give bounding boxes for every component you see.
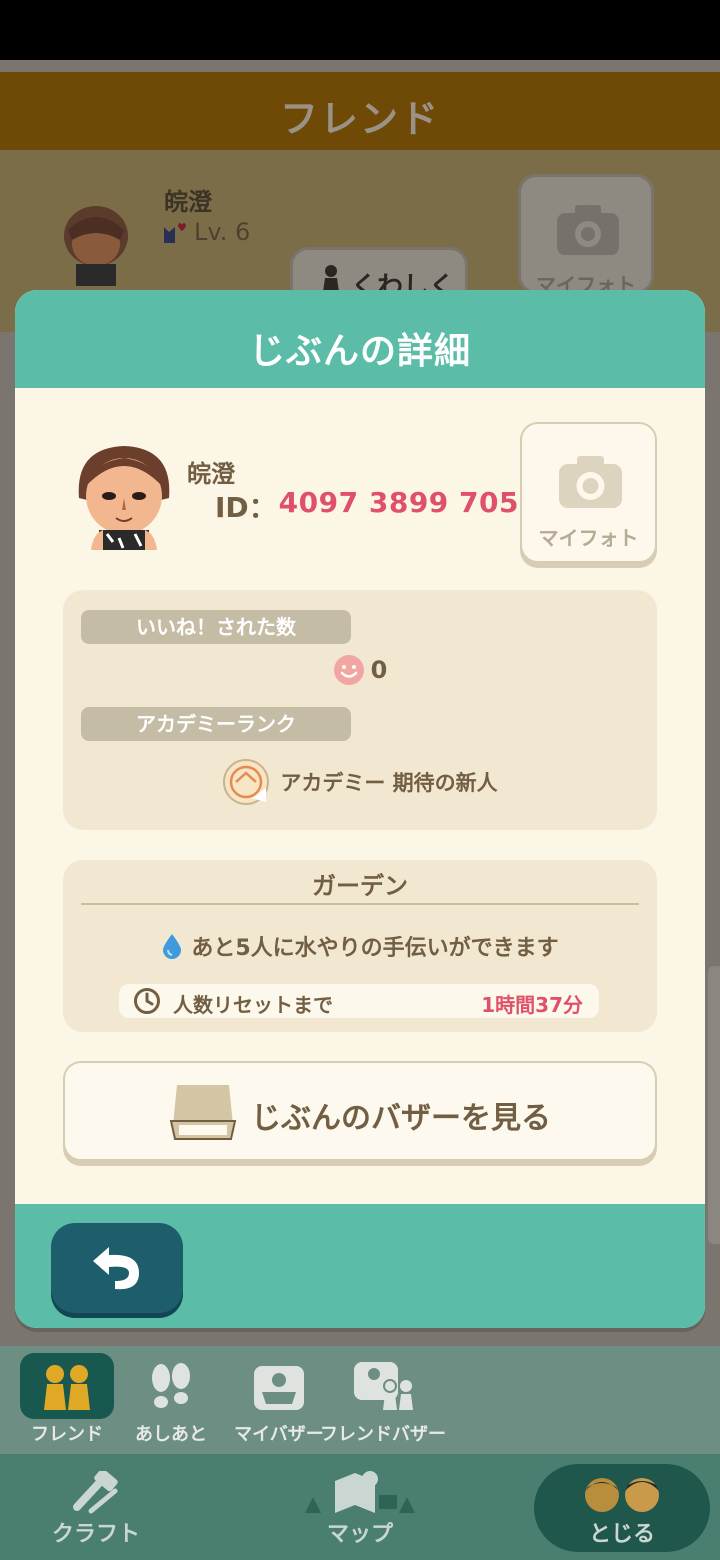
friend-bazaar-icon: [354, 1362, 413, 1410]
bazaar-box-icon: [169, 1085, 237, 1140]
friend-name: 皖澄: [164, 188, 212, 216]
status-bar: [0, 0, 720, 60]
user-name: 皖澄: [187, 460, 235, 488]
mainnav-craft[interactable]: クラフト: [16, 1470, 176, 1548]
user-id-value: 4097 3899 705: [278, 486, 519, 519]
friends-icon: [44, 1365, 90, 1410]
map-icon: [305, 1471, 415, 1513]
academy-tag: アカデミーランク: [81, 707, 351, 741]
academy-rank-text: アカデミー 期待の新人: [280, 771, 498, 795]
back-arrow-icon: [93, 1247, 139, 1290]
garden-water-row: あと5人に水やりの手伝いができます: [63, 930, 657, 962]
friend-level-text: Lv. 6: [194, 218, 251, 246]
user-id-label: ID：: [215, 491, 277, 524]
garden-water-text: あと5人に水やりの手伝いができます: [191, 936, 559, 961]
camera-icon: [557, 205, 619, 255]
friend-myphoto-button[interactable]: マイフォト: [518, 174, 654, 297]
close-characters-icon: [585, 1478, 659, 1512]
likes-tag: いいね！された数: [81, 610, 351, 644]
garden-reset-label: 人数リセットまで: [173, 993, 333, 1017]
garden-title: ガーデン: [312, 872, 408, 900]
water-drop-icon: [163, 934, 182, 959]
background-header-title: フレンド: [279, 97, 440, 141]
academy-rank-row: アカデミー 期待の新人: [63, 758, 657, 806]
view-my-bazaar-label: じぶんのバザーを見る: [251, 1101, 551, 1136]
craft-hammer-icon: [73, 1471, 118, 1514]
myphoto-button[interactable]: マイフォト: [520, 422, 657, 563]
cat-icon: [164, 223, 186, 243]
garden-reset-value: 1時間37分: [481, 993, 583, 1017]
academy-badge-icon: [223, 759, 270, 805]
footprints-icon: [152, 1363, 190, 1408]
profile-dialog: じぶんの詳細 皖澄 ID： 4097 3899 705 マイフォト いいね！され…: [15, 290, 705, 1328]
clock-icon: [134, 988, 160, 1014]
mainnav-close[interactable]: とじる: [542, 1470, 702, 1548]
friend-level: Lv. 6: [160, 218, 250, 246]
scrollbar[interactable]: [708, 966, 720, 1244]
likes-count: 0: [370, 656, 388, 684]
back-button[interactable]: [51, 1223, 183, 1313]
bazaar-icon: [254, 1366, 304, 1410]
friend-avatar: [64, 206, 128, 286]
garden-divider: [81, 903, 639, 905]
dialog-title: じぶんの詳細: [248, 331, 471, 372]
mainnav-map[interactable]: マップ: [280, 1470, 440, 1548]
subnav-friend-bazaar-label: フレンドバザー: [320, 1424, 446, 1445]
user-avatar: [78, 446, 170, 550]
stats-panel: いいね！された数 0 アカデミーランク アカデミー 期待の新人: [63, 590, 657, 830]
mainnav-close-label: とじる: [588, 1522, 655, 1547]
smile-icon: [333, 655, 364, 685]
subnav-friend-bazaar[interactable]: フレンドバザー: [318, 1360, 448, 1446]
user-id-row: ID： 4097 3899 705: [215, 486, 519, 526]
likes-row: 0: [63, 654, 657, 686]
mainnav-craft-label: クラフト: [51, 1522, 140, 1547]
garden-reset-row: 人数リセットまで 1時間37分: [119, 984, 599, 1018]
myphoto-label: マイフォト: [538, 526, 639, 550]
camera-icon: [559, 456, 622, 508]
garden-panel: ガーデン あと5人に水やりの手伝いができます 人数リセットまで 1時間37分: [63, 860, 657, 1032]
view-my-bazaar-button[interactable]: じぶんのバザーを見る: [63, 1061, 657, 1161]
mainnav-map-label: マップ: [326, 1522, 393, 1547]
